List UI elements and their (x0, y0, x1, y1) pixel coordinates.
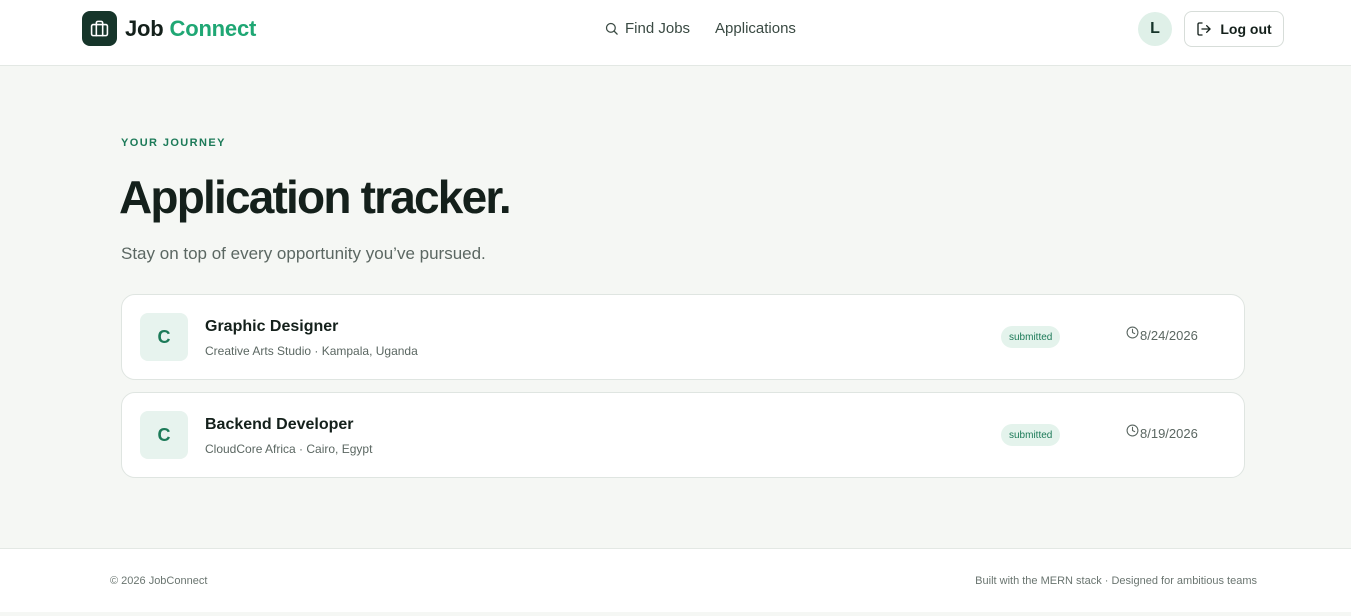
page-footer: © 2026 JobConnect Built with the MERN st… (0, 548, 1351, 612)
job-title: Backend Developer (205, 416, 354, 433)
user-avatar[interactable]: L (1138, 12, 1172, 46)
job-company-location: Creative Arts Studio · Kampala, Uganda (205, 344, 418, 358)
job-title: Graphic Designer (205, 318, 339, 335)
main-nav: Find Jobs Applications (604, 20, 796, 37)
job-company-location: CloudCore Africa · Cairo, Egypt (205, 442, 373, 456)
section-eyebrow: YOUR JOURNEY (121, 137, 226, 149)
applied-date: 8/24/2026 (1126, 326, 1198, 343)
log-out-icon (1197, 22, 1212, 36)
nav-find-jobs[interactable]: Find Jobs (604, 20, 690, 37)
page-title: Application tracker. (119, 171, 512, 223)
briefcase-icon (82, 11, 117, 46)
footer-copyright: © 2026 JobConnect (110, 575, 208, 587)
nav-find-jobs-label: Find Jobs (625, 20, 691, 37)
logout-label: Log out (1220, 21, 1272, 37)
logout-button[interactable]: Log out (1184, 11, 1284, 47)
clock-icon (1126, 326, 1139, 339)
company-initial-badge: C (140, 411, 188, 459)
clock-icon (1126, 424, 1139, 437)
page-subtitle: Stay on top of every opportunity you’ve … (121, 244, 486, 263)
applied-date-text: 8/19/2026 (1140, 426, 1198, 441)
search-icon (605, 22, 618, 35)
brand-logo-link[interactable]: Job Connect (82, 11, 256, 46)
nav-applications[interactable]: Applications (715, 20, 796, 37)
brand-name-connect: Connect (169, 15, 257, 41)
footer-tagline: Built with the MERN stack · Designed for… (975, 575, 1257, 587)
brand-name: Job Connect (125, 16, 256, 42)
status-badge: submitted (1001, 326, 1061, 348)
nav-applications-label: Applications (715, 20, 796, 37)
applied-date-text: 8/24/2026 (1140, 328, 1198, 343)
brand-name-job: Job (125, 15, 164, 41)
application-card[interactable]: C Graphic Designer Creative Arts Studio … (121, 294, 1245, 380)
top-navbar: Job Connect Find Jobs Applications L Log … (0, 0, 1351, 66)
company-initial-badge: C (140, 313, 188, 361)
status-badge: submitted (1001, 424, 1061, 446)
applied-date: 8/19/2026 (1126, 424, 1198, 441)
application-card[interactable]: C Backend Developer CloudCore Africa · C… (121, 392, 1245, 478)
